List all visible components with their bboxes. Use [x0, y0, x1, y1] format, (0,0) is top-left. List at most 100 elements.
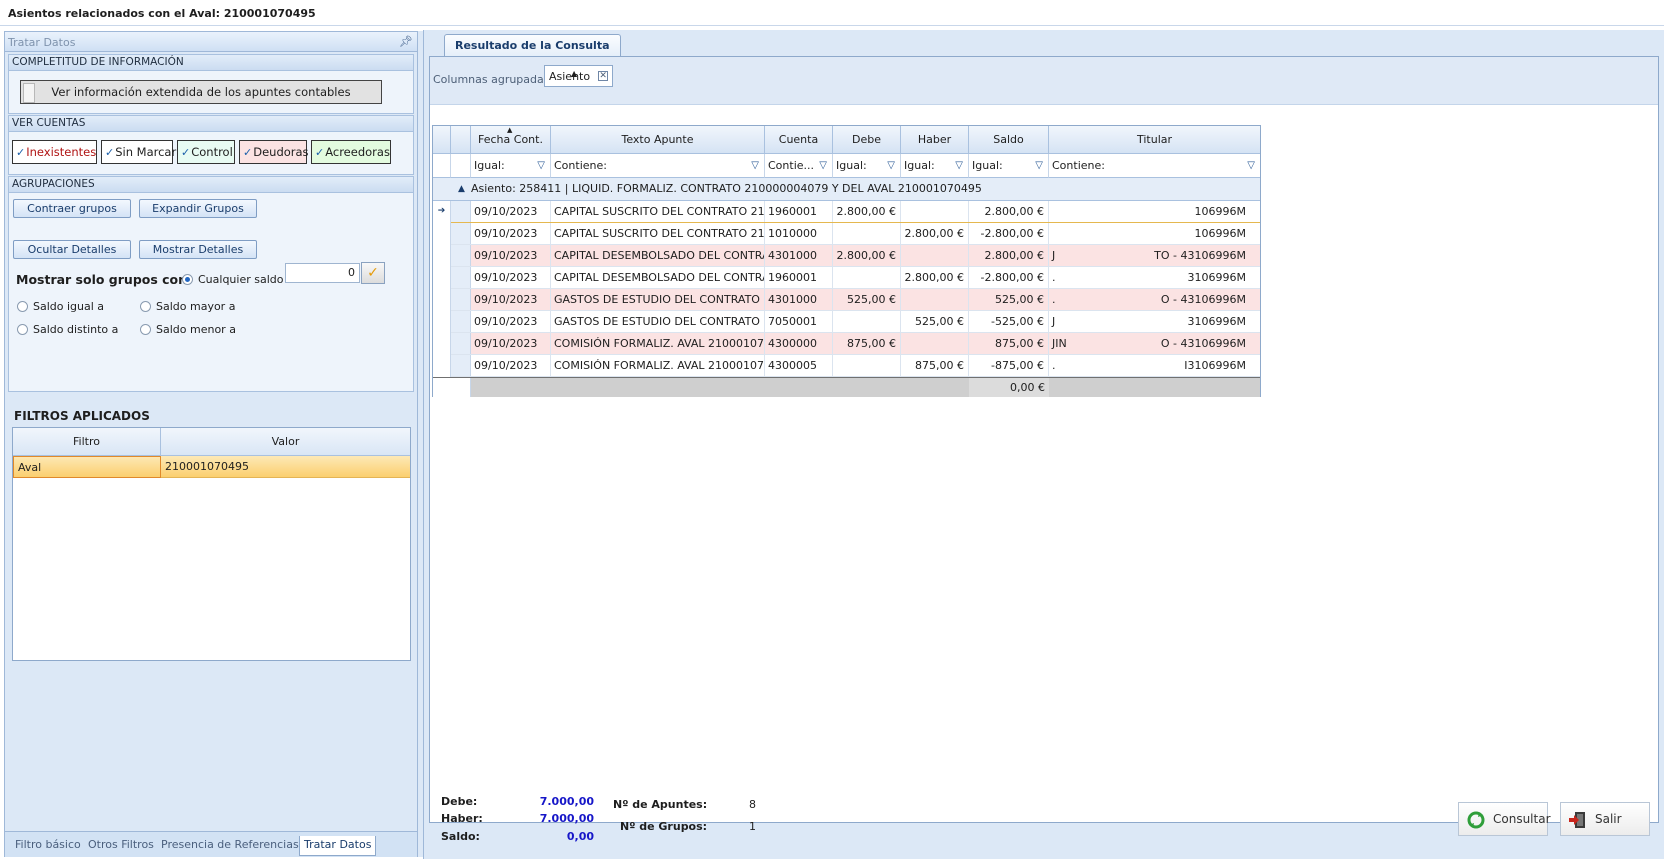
extended-info-button[interactable]: Ver información extendida de los apuntes…	[20, 80, 382, 104]
table-row[interactable]: 09/10/2023 CAPITAL DESEMBOLSADO DEL CONTR…	[433, 245, 1260, 267]
row-indicator[interactable]	[433, 267, 451, 289]
row-indicator[interactable]	[433, 223, 451, 245]
radio-indicator	[17, 324, 28, 335]
consultar-button[interactable]: Consultar	[1458, 802, 1551, 836]
filter-icon[interactable]: ▽	[955, 154, 963, 177]
window-title: Asientos relacionados con el Aval: 21000…	[8, 7, 316, 20]
close-icon[interactable]: ✕	[598, 71, 609, 81]
check-inexistentes[interactable]: ✓Inexistentes	[12, 140, 97, 164]
total-saldo: 0,00 €	[969, 378, 1049, 397]
column-header-valor[interactable]: Valor	[161, 428, 410, 456]
filter-texto[interactable]: Contiene: ▽	[551, 154, 765, 178]
row-indicator[interactable]	[433, 333, 451, 355]
column-header-titular[interactable]: Titular	[1049, 126, 1260, 154]
radio-any-balance[interactable]: Cualquier saldo	[182, 273, 284, 286]
column-header-haber[interactable]: Haber	[901, 126, 969, 154]
column-header-saldo[interactable]: Saldo	[969, 126, 1049, 154]
filter-label: Contiene:	[554, 159, 607, 172]
group-row[interactable]: ▲ Asiento: 258411 | LIQUID. FORMALIZ. CO…	[433, 178, 1260, 201]
column-header-fecha[interactable]: Fecha Cont. ▲	[471, 126, 551, 154]
salir-label: Salir	[1595, 812, 1622, 826]
check-sin-marcar[interactable]: ✓Sin Marcar	[101, 140, 176, 164]
radio-label: Saldo igual a	[33, 300, 105, 313]
check-acreedoras[interactable]: ✓Acreedoras	[311, 140, 391, 164]
group-indent-header	[451, 126, 471, 154]
radio-balance-equal[interactable]: Saldo igual a	[17, 300, 104, 313]
row-indicator[interactable]	[433, 289, 451, 311]
filter-debe[interactable]: Igual: ▽	[833, 154, 901, 178]
group-indent-cell	[451, 289, 471, 310]
hide-details-button[interactable]: Ocultar Detalles	[13, 240, 131, 259]
results-content: Columnas agrupadas ▲ Asiento ✕ Fecha Con…	[429, 56, 1659, 823]
expand-groups-button[interactable]: Expandir Grupos	[139, 199, 257, 218]
filter-icon[interactable]: ▽	[751, 154, 759, 177]
pin-icon[interactable]: 📌︎	[399, 35, 413, 48]
apply-balance-button[interactable]: ✓	[361, 262, 385, 284]
column-header-debe[interactable]: Debe	[833, 126, 901, 154]
row-indicator[interactable]	[433, 245, 451, 267]
show-details-button[interactable]: Mostrar Detalles	[139, 240, 257, 259]
filter-haber[interactable]: Igual: ▽	[901, 154, 969, 178]
ver-cuentas-section: VER CUENTAS ✓Inexistentes ✓Sin Marcar ✓C…	[8, 115, 414, 175]
table-row[interactable]: 09/10/2023 COMISIÓN FORMALIZ. AVAL 210001…	[433, 333, 1260, 355]
filter-icon[interactable]: ▽	[887, 154, 895, 177]
table-row[interactable]: 09/10/2023 GASTOS DE ESTUDIO DEL CONTRATO…	[433, 289, 1260, 311]
filter-icon[interactable]: ▽	[1035, 154, 1043, 177]
filter-icon[interactable]: ▽	[1247, 154, 1255, 177]
filter-titular[interactable]: Contiene: ▽	[1049, 154, 1260, 178]
group-indent-cell	[451, 267, 471, 288]
collapse-icon[interactable]: ▲	[458, 178, 465, 200]
check-control[interactable]: ✓Control	[177, 140, 235, 164]
tab-resultado-consulta[interactable]: Resultado de la Consulta	[444, 34, 621, 57]
table-row[interactable]: 09/10/2023 CAPITAL DESEMBOLSADO DEL CONTR…	[433, 267, 1260, 289]
haber-cell	[901, 289, 969, 310]
column-header-filtro[interactable]: Filtro	[13, 428, 161, 456]
column-header-texto[interactable]: Texto Apunte	[551, 126, 765, 154]
tab-otros-filtros[interactable]: Otros Filtros	[88, 836, 154, 856]
table-row[interactable]: 09/10/2023 GASTOS DE ESTUDIO DEL CONTRATO…	[433, 311, 1260, 333]
check-deudoras[interactable]: ✓Deudoras	[239, 140, 309, 164]
titular-right-text: 3106996M	[1187, 271, 1246, 284]
group-chip-asiento[interactable]: ▲ Asiento ✕	[544, 65, 614, 87]
filter-icon[interactable]: ▽	[819, 154, 827, 177]
cuenta-cell: 1010000	[765, 223, 833, 244]
filter-label: Contie...	[768, 159, 815, 172]
row-indicator[interactable]	[433, 311, 451, 333]
table-row[interactable]: 09/10/2023 COMISIÓN FORMALIZ. AVAL 210001…	[433, 355, 1260, 377]
fecha-cell: 09/10/2023	[471, 245, 551, 266]
cuenta-cell: 1960001	[765, 267, 833, 288]
check-label: Acreedoras	[325, 145, 390, 159]
table-row[interactable]: ➔ 09/10/2023 CAPITAL SUSCRITO DEL CONTRATO…	[433, 201, 1260, 223]
titular-cell: . 3106996M	[1049, 267, 1260, 288]
tab-presencia-referencias[interactable]: Presencia de Referencias	[161, 836, 299, 856]
cuenta-cell: 7050001	[765, 311, 833, 332]
cuenta-cell: 4301000	[765, 245, 833, 266]
table-row[interactable]: 09/10/2023 CAPITAL SUSCRITO DEL CONTRATO …	[433, 223, 1260, 245]
balance-value-input[interactable]: 0	[285, 263, 360, 283]
radio-balance-different[interactable]: Saldo distinto a	[17, 323, 118, 336]
radio-balance-greater[interactable]: Saldo mayor a	[140, 300, 235, 313]
titular-cell: J TO - 43106996M	[1049, 245, 1260, 266]
row-indicator[interactable]	[433, 355, 451, 377]
row-indicator-header	[433, 126, 451, 154]
table-row[interactable]: Aval 210001070495	[13, 456, 410, 478]
group-chip-label: Asiento	[549, 70, 591, 83]
filter-cuenta[interactable]: Contie... ▽	[765, 154, 833, 178]
salir-button[interactable]: Salir	[1560, 802, 1650, 836]
radio-balance-less[interactable]: Saldo menor a	[140, 323, 236, 336]
debe-cell	[833, 311, 901, 332]
tab-tratar-datos[interactable]: Tratar Datos	[299, 836, 377, 856]
filter-fecha[interactable]: Igual: ▽	[471, 154, 551, 178]
sort-up-icon: ▲	[571, 69, 578, 78]
left-panel-tabs: Filtro básico Otros Filtros Presencia de…	[5, 831, 417, 857]
current-row-arrow-icon[interactable]: ➔	[433, 201, 451, 223]
titular-cell: 106996M	[1049, 201, 1260, 222]
column-header-cuenta[interactable]: Cuenta	[765, 126, 833, 154]
tab-filtro-basico[interactable]: Filtro básico	[15, 836, 81, 856]
filter-saldo[interactable]: Igual: ▽	[969, 154, 1049, 178]
results-grid: Fecha Cont. ▲ Texto Apunte Cuenta Debe Ha…	[432, 125, 1261, 397]
texto-cell: GASTOS DE ESTUDIO DEL CONTRATO 210...	[551, 311, 765, 332]
filter-icon[interactable]: ▽	[537, 154, 545, 177]
collapse-groups-button[interactable]: Contraer grupos	[13, 199, 131, 218]
group-indent-cell	[451, 223, 471, 244]
